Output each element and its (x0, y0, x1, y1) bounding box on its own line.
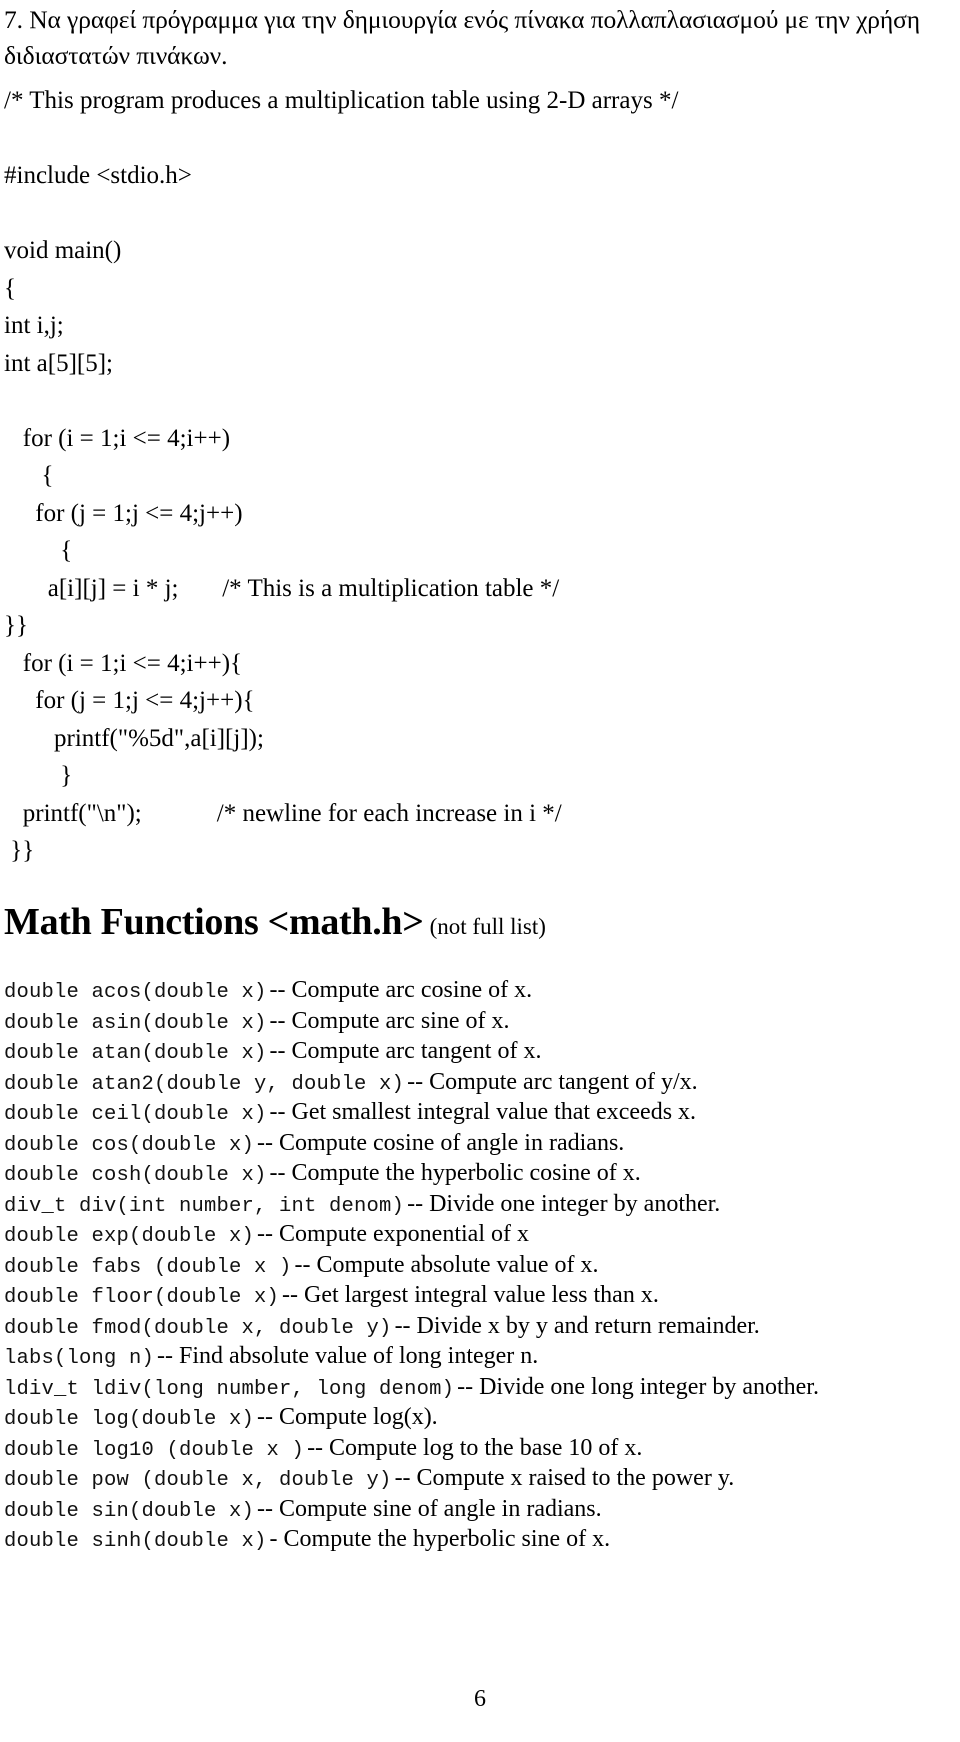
code-line: a[i][j] = i * j; /* This is a multiplica… (4, 574, 560, 602)
function-description: -- Get smallest integral value that exce… (269, 1099, 697, 1125)
math-function-row: double cos(double x) -- Compute cosine of… (4, 1128, 956, 1159)
function-description: -- Compute arc tangent of y/x. (407, 1068, 698, 1095)
function-signature: double log(double x) (4, 1408, 255, 1431)
function-signature: double pow (double x, double y) (4, 1469, 392, 1492)
math-function-row: ldiv_t ldiv(long number, long denom) -- D… (4, 1372, 956, 1403)
function-description: -- Divide x by y and return remainder. (394, 1312, 760, 1339)
c-code-listing: /* This program produces a multiplicatio… (4, 82, 948, 870)
function-description: -- Find absolute value of long integer n… (157, 1343, 539, 1369)
exercise-title: 7. Να γραφεί πρόγραμμα για την δημιουργί… (4, 5, 921, 70)
code-line: void main() (4, 237, 122, 264)
code-line: { (4, 462, 54, 489)
code-line: printf("%5d",a[i][j]); (4, 724, 264, 752)
code-line: }} (4, 837, 35, 864)
code-line: { (4, 537, 73, 564)
code-line: for (i = 1;i <= 4;i++){ (4, 649, 243, 677)
function-description: -- Compute arc tangent of x. (269, 1038, 542, 1064)
math-functions-heading: Math Functions <math.h> (not full list) (4, 900, 546, 944)
code-line: for (j = 1;j <= 4;j++){ (4, 687, 255, 714)
math-heading-title: Math Functions <math.h> (4, 901, 424, 943)
function-signature: div_t div(int number, int denom) (4, 1194, 405, 1218)
function-signature: double cosh(double x) (4, 1164, 267, 1187)
math-function-row: double fmod(double x, double y) -- Divide… (4, 1311, 956, 1342)
function-description: -- Compute x raised to the power y. (394, 1465, 735, 1491)
math-function-row: double fabs (double x ) -- Compute absolu… (4, 1250, 956, 1281)
math-function-row: div_t div(int number, int denom) -- Divid… (4, 1189, 956, 1220)
function-signature: double fabs (double x ) (4, 1255, 292, 1279)
math-functions-list: double acos(double x) -- Compute arc cosi… (4, 975, 956, 1555)
math-function-row: labs(long n) -- Find absolute value of lo… (4, 1341, 956, 1372)
math-function-row: double exp(double x) -- Compute exponenti… (4, 1219, 956, 1250)
function-description: -- Divide one integer by another. (407, 1190, 721, 1217)
document-page: 7. Να γραφεί πρόγραμμα για την δημιουργί… (0, 0, 960, 1742)
function-signature: double acos(double x) (4, 981, 267, 1004)
function-signature: double atan(double x) (4, 1042, 267, 1065)
math-function-row: double atan(double x) -- Compute arc tang… (4, 1036, 956, 1067)
math-function-row: double floor(double x) -- Get largest int… (4, 1280, 956, 1311)
function-signature: double cos(double x) (4, 1133, 255, 1157)
function-signature: double asin(double x) (4, 1011, 267, 1035)
function-signature: double sin(double x) (4, 1499, 255, 1523)
code-line: int a[5][5]; (4, 349, 113, 377)
math-function-row: double sin(double x) -- Compute sine of a… (4, 1494, 956, 1525)
function-description: -- Divide one long integer by another. (457, 1373, 819, 1400)
function-description: -- Compute exponential of x (257, 1221, 529, 1247)
code-line: { (4, 274, 16, 302)
function-description: -- Compute absolute value of x. (294, 1251, 599, 1278)
function-signature: double exp(double x) (4, 1225, 255, 1248)
math-function-row: double ceil(double x) -- Get smallest int… (4, 1097, 956, 1128)
code-line: printf("\n"); /* newline for each increa… (4, 799, 562, 827)
function-description: -- Compute the hyperbolic cosine of x. (269, 1160, 641, 1186)
function-description: -- Compute cosine of angle in radians. (257, 1129, 625, 1156)
function-signature: ldiv_t ldiv(long number, long denom) (4, 1377, 455, 1401)
code-line: for (i = 1;i <= 4;i++) (4, 424, 231, 452)
math-function-row: double acos(double x) -- Compute arc cosi… (4, 975, 956, 1006)
function-signature: double atan2(double y, double x) (4, 1072, 405, 1096)
page-number: 6 (474, 1686, 486, 1712)
code-line: for (j = 1;j <= 4;j++) (4, 499, 243, 527)
math-function-row: double cosh(double x) -- Compute the hype… (4, 1158, 956, 1189)
code-line: /* This program produces a multiplicatio… (4, 87, 679, 114)
function-description: -- Compute arc sine of x. (269, 1007, 510, 1034)
function-signature: double log10 (double x ) (4, 1438, 305, 1462)
function-signature: double ceil(double x) (4, 1103, 267, 1126)
function-description: -- Compute log(x). (257, 1404, 438, 1430)
math-function-row: double log10 (double x ) -- Compute log t… (4, 1433, 956, 1464)
math-function-row: double pow (double x, double y) -- Comput… (4, 1463, 956, 1494)
function-signature: double floor(double x) (4, 1286, 280, 1309)
function-signature: labs(long n) (4, 1347, 155, 1370)
code-line: }} (4, 612, 28, 639)
math-function-row: double log(double x) -- Compute log(x). (4, 1402, 956, 1433)
function-signature: double sinh(double x) (4, 1530, 267, 1553)
math-function-row: double asin(double x) -- Compute arc sine… (4, 1006, 956, 1037)
function-signature: double fmod(double x, double y) (4, 1316, 392, 1340)
function-description: -- Get largest integral value less than … (282, 1282, 659, 1308)
function-description: -- Compute sine of angle in radians. (257, 1495, 602, 1522)
function-description: -- Compute log to the base 10 of x. (307, 1434, 643, 1461)
function-description: - Compute the hyperbolic sine of x. (269, 1526, 611, 1552)
math-function-row: double atan2(double y, double x) -- Compu… (4, 1067, 956, 1098)
function-description: -- Compute arc cosine of x. (269, 977, 533, 1003)
code-line: int i,j; (4, 312, 64, 339)
code-line: } (4, 762, 73, 789)
math-function-row: double sinh(double x) - Compute the hyper… (4, 1524, 956, 1555)
code-line: #include <stdio.h> (4, 162, 192, 189)
math-heading-note: (not full list) (429, 914, 546, 939)
